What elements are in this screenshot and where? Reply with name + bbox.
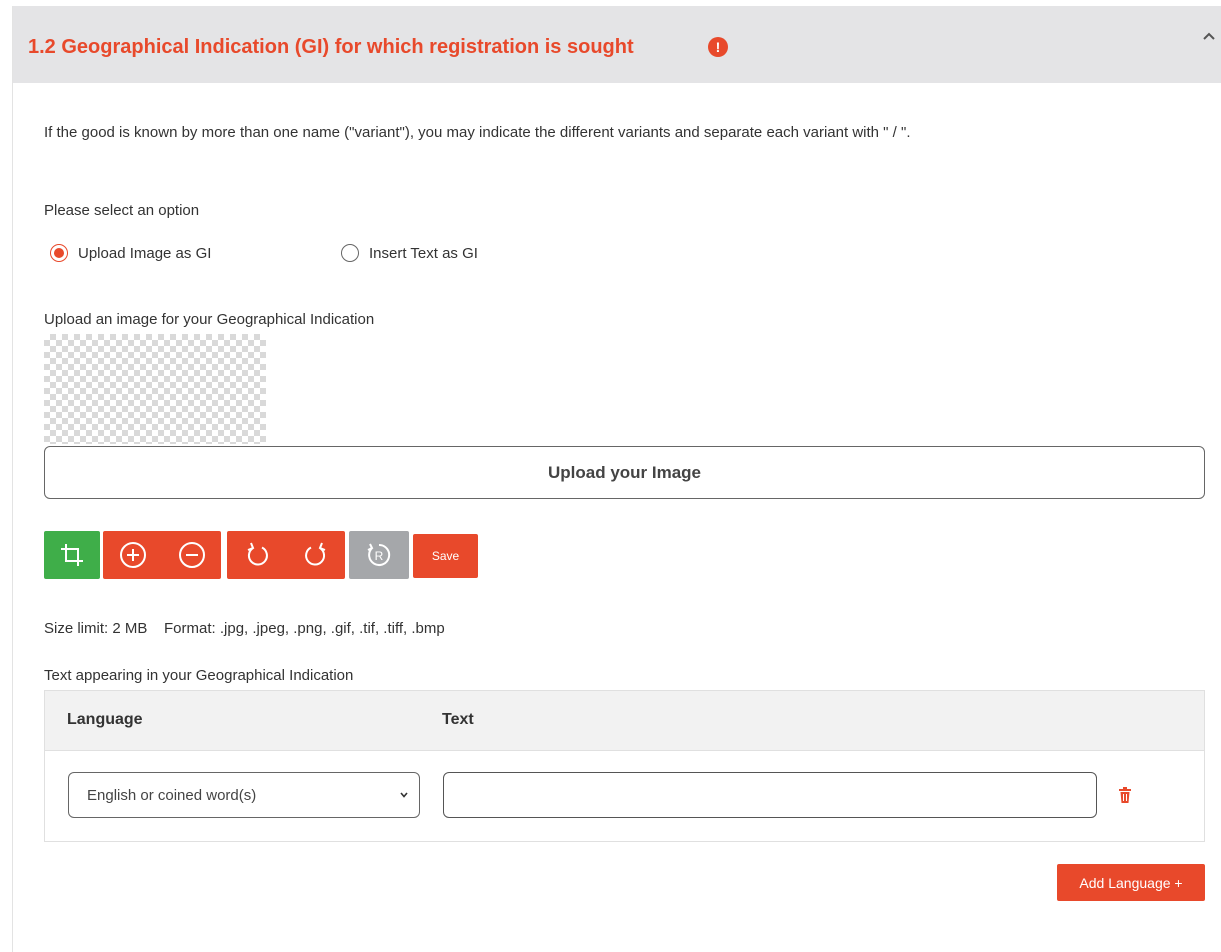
save-button[interactable]: Save xyxy=(413,534,478,578)
crop-icon xyxy=(61,544,83,566)
language-select[interactable]: English or coined word(s) xyxy=(68,772,420,818)
rotate-right-icon[interactable] xyxy=(301,540,331,570)
section-header[interactable]: 1.2 Geographical Indication (GI) for whi… xyxy=(13,6,1221,83)
radio-label: Insert Text as GI xyxy=(369,244,478,262)
svg-text:R: R xyxy=(375,549,384,563)
table-header: Language Text xyxy=(45,691,1204,751)
radio-button-checked[interactable] xyxy=(50,244,68,262)
section-title: 1.2 Geographical Indication (GI) for whi… xyxy=(28,36,634,58)
rotate-button-group xyxy=(227,531,345,579)
upload-image-button[interactable]: Upload your Image xyxy=(44,446,1205,499)
crop-button[interactable] xyxy=(44,531,100,579)
language-table: Language Text English or coined word(s) xyxy=(44,690,1205,842)
radio-insert-text[interactable]: Insert Text as GI xyxy=(341,244,478,262)
option-prompt: Please select an option xyxy=(44,202,200,219)
zoom-button-group xyxy=(103,531,221,579)
radio-label: Upload Image as GI xyxy=(78,244,212,262)
reset-icon: R xyxy=(367,543,391,566)
zoom-in-icon[interactable] xyxy=(118,540,148,570)
upload-limits: Size limit: 2 MB Format: .jpg, .jpeg, .p… xyxy=(44,620,445,637)
text-section-label: Text appearing in your Geographical Indi… xyxy=(44,667,354,684)
chevron-up-icon[interactable] xyxy=(1199,26,1219,46)
intro-text: If the good is known by more than one na… xyxy=(44,124,911,141)
rotate-left-icon[interactable] xyxy=(242,540,272,570)
radio-button-unchecked[interactable] xyxy=(341,244,359,262)
reset-button[interactable]: R xyxy=(349,531,409,579)
radio-upload-image[interactable]: Upload Image as GI xyxy=(50,244,211,262)
image-preview xyxy=(44,334,266,444)
chevron-down-icon xyxy=(400,792,408,798)
column-header-language: Language xyxy=(67,711,143,728)
zoom-out-icon[interactable] xyxy=(177,540,207,570)
add-language-button[interactable]: Add Language + xyxy=(1057,864,1205,901)
language-select-value: English or coined word(s) xyxy=(87,786,257,804)
upload-label: Upload an image for your Geographical In… xyxy=(44,311,375,328)
gi-text-input[interactable] xyxy=(443,772,1097,818)
exclamation-circle-icon: ! xyxy=(708,37,728,57)
trash-icon[interactable] xyxy=(1118,787,1132,803)
column-header-text: Text xyxy=(442,711,474,728)
